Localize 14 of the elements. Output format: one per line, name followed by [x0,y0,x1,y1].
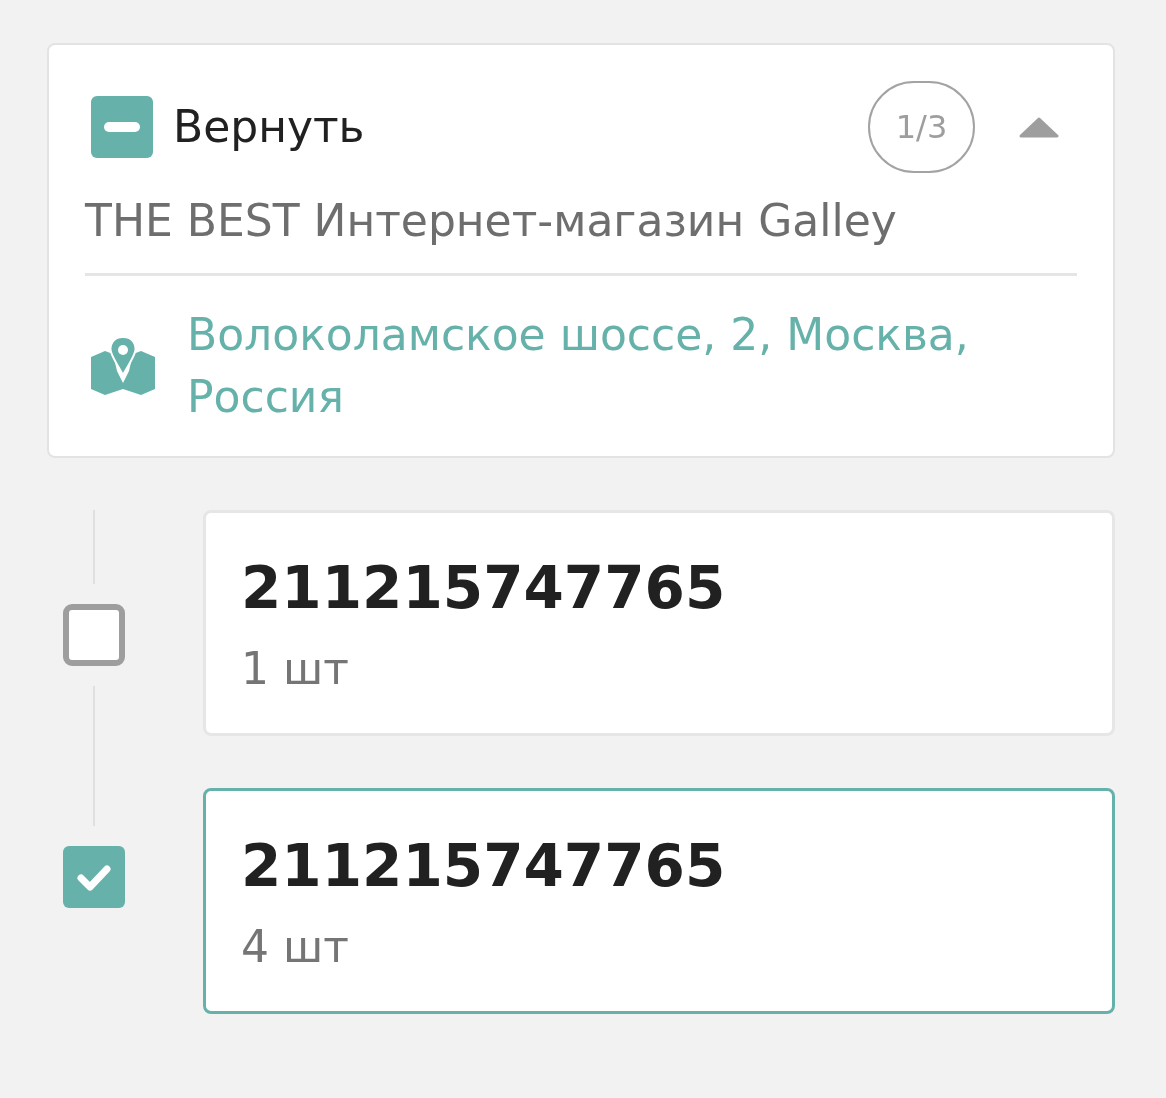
item-card[interactable]: 211215747765 4 шт [203,788,1115,1014]
quantity: 1 шт [241,642,350,696]
store-name: THE BEST Интернет-магазин Galley [85,194,898,248]
group-title: Вернуть [173,100,365,154]
counter-badge: 1/3 [868,81,975,173]
checked-checkbox[interactable] [63,846,125,908]
item-card[interactable]: 211215747765 1 шт [203,510,1115,736]
map-pin-icon [91,337,155,395]
tracking-number: 211215747765 [241,553,727,623]
indeterminate-checkbox[interactable] [91,96,153,158]
caret-up-icon[interactable] [1019,116,1059,138]
quantity: 4 шт [241,920,350,974]
checkbox[interactable] [63,604,125,666]
tracking-number: 211215747765 [241,831,727,901]
